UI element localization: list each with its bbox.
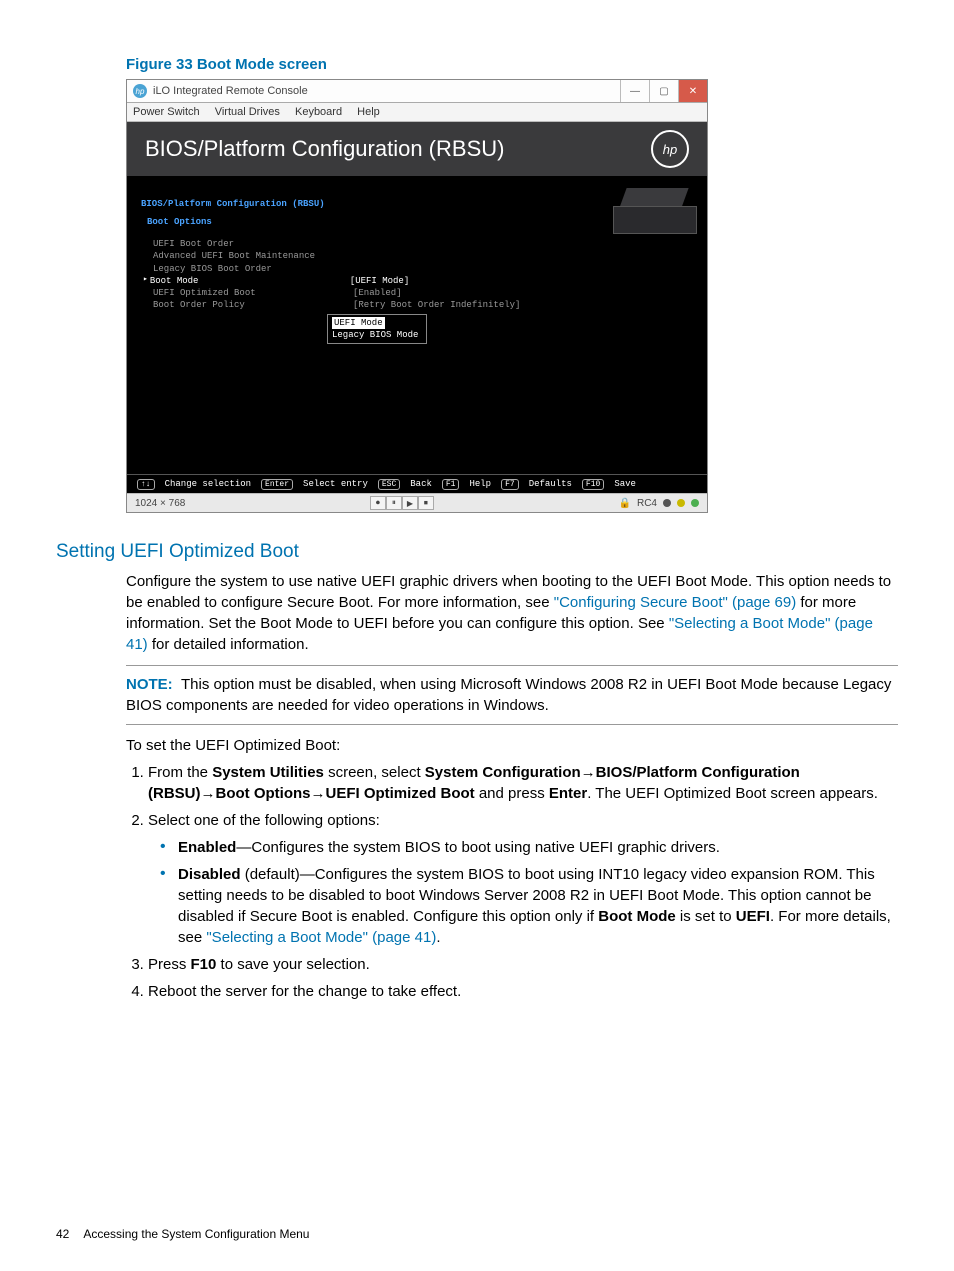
hp-icon: hp xyxy=(133,84,147,98)
key-f10: F10 xyxy=(582,479,604,490)
key-f1: F1 xyxy=(442,479,460,490)
status-dot xyxy=(663,499,671,507)
bios-option[interactable]: Advanced UEFI Boot Maintenance xyxy=(153,250,693,262)
key-f7: F7 xyxy=(501,479,519,490)
key-enter: Enter xyxy=(261,479,293,490)
bios-title: BIOS/Platform Configuration (RBSU) xyxy=(145,136,504,162)
menubar: Power Switch Virtual Drives Keyboard Hel… xyxy=(127,103,707,122)
bios-screen: BIOS/Platform Configuration (RBSU) hp BI… xyxy=(127,122,707,512)
status-dot xyxy=(677,499,685,507)
close-button[interactable]: ✕ xyxy=(678,80,707,102)
bios-option[interactable]: UEFI Boot Order xyxy=(153,238,693,250)
note-text: This option must be disabled, when using… xyxy=(126,676,891,714)
figure-caption: Figure 33 Boot Mode screen xyxy=(126,56,898,73)
breadcrumb-lvl2: Boot Options xyxy=(147,216,693,228)
step-2: Select one of the following options: Ena… xyxy=(148,810,898,948)
bios-option-list: UEFI Boot Order Advanced UEFI Boot Maint… xyxy=(153,238,693,311)
link-secure-boot[interactable]: "Configuring Secure Boot" (page 69) xyxy=(554,594,796,611)
step-4: Reboot the server for the change to take… xyxy=(148,981,898,1002)
option-disabled: Disabled (default)—Configures the system… xyxy=(178,864,898,948)
hp-badge-icon: hp xyxy=(651,130,689,168)
bios-option-selected[interactable]: Boot Mode [UEFI Mode] xyxy=(153,275,693,287)
note-block: NOTE: This option must be disabled, when… xyxy=(126,665,898,725)
page-number: 42 xyxy=(56,1227,69,1241)
bios-key-hints: ↑↓Change selection EnterSelect entry ESC… xyxy=(127,474,707,494)
footer-title: Accessing the System Configuration Menu xyxy=(83,1227,309,1241)
intro-paragraph: Configure the system to use native UEFI … xyxy=(126,571,898,655)
note-label: NOTE: xyxy=(126,676,173,693)
menu-keyboard[interactable]: Keyboard xyxy=(295,106,342,118)
rec-button[interactable]: ⏺ xyxy=(370,496,386,510)
menu-virtual-drives[interactable]: Virtual Drives xyxy=(215,106,280,118)
popup-option[interactable]: Legacy BIOS Mode xyxy=(332,329,418,341)
step-3: Press F10 to save your selection. xyxy=(148,954,898,975)
menu-help[interactable]: Help xyxy=(357,106,380,118)
status-enc: RC4 xyxy=(637,498,657,509)
statusbar: 1024 × 768 ⏺ ⏸ ▶ ⏹ 🔒 RC4 xyxy=(127,493,707,512)
key-esc: ESC xyxy=(378,479,400,490)
server-illustration xyxy=(613,188,695,234)
popup-option-selected[interactable]: UEFI Mode xyxy=(332,317,385,329)
menu-power-switch[interactable]: Power Switch xyxy=(133,106,200,118)
window-title: iLO Integrated Remote Console xyxy=(153,85,308,97)
bios-option[interactable]: Boot Order Policy [Retry Boot Order Inde… xyxy=(153,299,693,311)
play-button[interactable]: ▶ xyxy=(402,496,418,510)
option-enabled: Enabled—Configures the system BIOS to bo… xyxy=(178,837,898,858)
maximize-button[interactable]: ▢ xyxy=(649,80,678,102)
bios-option[interactable]: UEFI Optimized Boot [Enabled] xyxy=(153,287,693,299)
page-footer: 42 Accessing the System Configuration Men… xyxy=(56,1227,309,1241)
lead-text: To set the UEFI Optimized Boot: xyxy=(126,735,898,756)
stop-button[interactable]: ⏹ xyxy=(418,496,434,510)
boot-mode-popup[interactable]: UEFI Mode Legacy BIOS Mode xyxy=(327,314,427,344)
section-heading: Setting UEFI Optimized Boot xyxy=(56,541,898,563)
key-arrows: ↑↓ xyxy=(137,479,155,490)
breadcrumb-lvl1: BIOS/Platform Configuration (RBSU) xyxy=(141,198,693,210)
ilo-window: hp iLO Integrated Remote Console — ▢ ✕ P… xyxy=(126,79,708,513)
lock-icon: 🔒 xyxy=(619,498,631,509)
bios-header: BIOS/Platform Configuration (RBSU) hp xyxy=(127,122,707,176)
steps-list: From the System Utilities screen, select… xyxy=(126,762,898,1002)
window-titlebar: hp iLO Integrated Remote Console — ▢ ✕ xyxy=(127,80,707,103)
bios-option[interactable]: Legacy BIOS Boot Order xyxy=(153,263,693,275)
minimize-button[interactable]: — xyxy=(620,80,649,102)
status-resolution: 1024 × 768 xyxy=(135,498,185,509)
status-dot xyxy=(691,499,699,507)
playback-controls: ⏺ ⏸ ▶ ⏹ xyxy=(370,496,434,510)
link-boot-mode-2[interactable]: "Selecting a Boot Mode" (page 41) xyxy=(206,929,436,946)
step-1: From the System Utilities screen, select… xyxy=(148,762,898,804)
pause-button[interactable]: ⏸ xyxy=(386,496,402,510)
